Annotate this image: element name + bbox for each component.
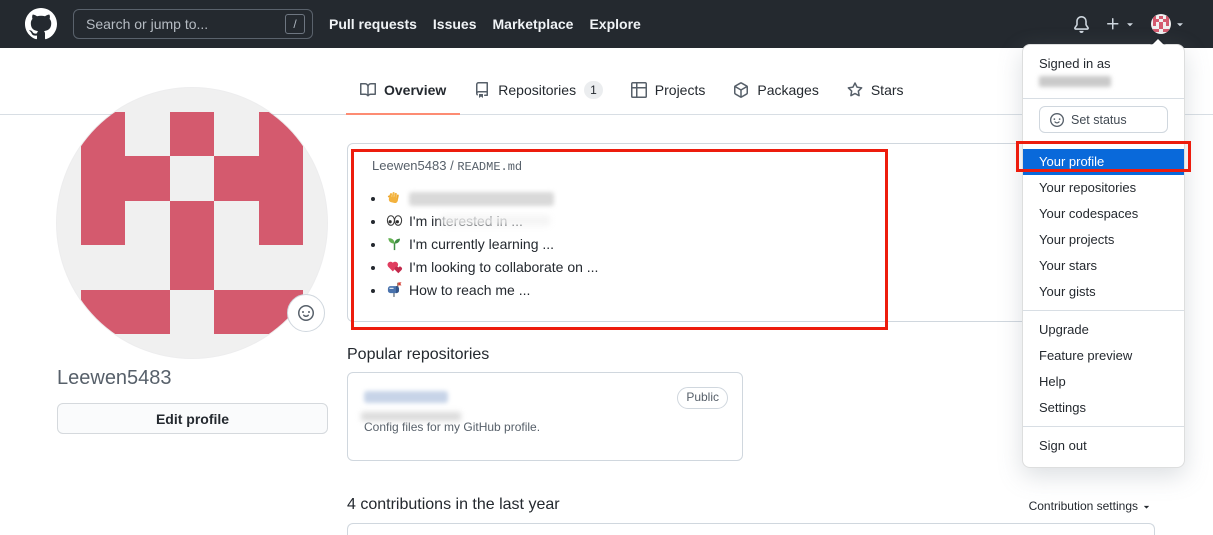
set-status-button[interactable]: Set status (1039, 106, 1168, 133)
nav-link-pull-requests[interactable]: Pull requests (329, 16, 417, 32)
tab-stars[interactable]: Stars (833, 67, 918, 115)
tab-label: Packages (757, 82, 819, 98)
readme-bullet: I'm looking to collaborate on ... (386, 256, 1130, 279)
menu-divider (1023, 98, 1184, 99)
profile-avatar-wrap (57, 88, 327, 358)
seedling-emoji-icon (386, 235, 403, 252)
readme-bullet: How to reach me ... (386, 279, 1130, 302)
readme-bullet-list: I'm interested in ... I'm currently lear… (386, 187, 1130, 302)
blurred-username (1039, 76, 1111, 87)
menu-item-help[interactable]: Help (1023, 369, 1184, 395)
blurred-text (409, 192, 554, 207)
menu-item-your-profile[interactable]: Your profile (1023, 149, 1184, 175)
repo-description: Config files for my GitHub profile. (361, 412, 726, 435)
triangle-down-icon (1143, 505, 1150, 508)
plus-icon (1107, 18, 1119, 30)
nav-link-issues[interactable]: Issues (433, 16, 477, 32)
menu-item-your-stars[interactable]: Your stars (1023, 253, 1184, 279)
readme-bullet (386, 187, 1130, 210)
search-box: / (73, 9, 313, 39)
repo-card: Public Config files for my GitHub profil… (347, 372, 743, 461)
search-input[interactable] (86, 16, 285, 32)
navbar-right (1073, 14, 1186, 34)
menu-item-your-repositories[interactable]: Your repositories (1023, 175, 1184, 201)
menu-item-your-projects[interactable]: Your projects (1023, 227, 1184, 253)
menu-divider (1023, 142, 1184, 143)
readme-bullet-text: I'm looking to collaborate on ... (409, 259, 599, 275)
contribution-settings-button[interactable]: Contribution settings (1029, 499, 1152, 513)
tab-repositories[interactable]: Repositories 1 (460, 67, 617, 115)
wave-emoji-icon (386, 189, 403, 206)
set-status-wrap: Set status (1023, 105, 1184, 137)
chevron-down-icon (1177, 23, 1183, 27)
tab-label: Overview (384, 82, 447, 98)
tab-label: Projects (654, 82, 706, 98)
menu-item-upgrade[interactable]: Upgrade (1023, 317, 1184, 343)
menu-item-your-codespaces[interactable]: Your codespaces (1023, 201, 1184, 227)
create-new-button[interactable] (1105, 16, 1136, 32)
edit-profile-button[interactable]: Edit profile (57, 403, 328, 434)
menu-item-your-gists[interactable]: Your gists (1023, 279, 1184, 305)
readme-file-link[interactable]: README.md (457, 160, 522, 174)
contributions-heading: 4 contributions in the last year (347, 496, 560, 513)
repo-icon (476, 82, 489, 98)
readme-bullet-text: I'm currently learning ... (409, 236, 555, 252)
user-dropdown-menu: Signed in as Set status Your profile You… (1022, 37, 1185, 468)
repo-name-link-blurred[interactable] (364, 391, 448, 403)
star-icon (847, 82, 863, 97)
readme-header: Leewen5483 / README.md (372, 158, 1130, 174)
book-icon (360, 82, 376, 97)
top-navbar: / Pull requests Issues Marketplace Explo… (0, 0, 1213, 48)
eyes-emoji-icon (386, 212, 403, 229)
readme-bullet: I'm currently learning ... (386, 233, 1130, 256)
readme-bullet: I'm interested in ... (386, 210, 1130, 233)
nav-link-explore[interactable]: Explore (589, 16, 640, 32)
notifications-button[interactable] (1073, 15, 1090, 33)
smiley-icon (1050, 112, 1064, 127)
project-icon (630, 82, 647, 98)
bell-icon (1074, 15, 1089, 33)
menu-item-feature-preview[interactable]: Feature preview (1023, 343, 1184, 369)
smiley-icon (298, 305, 314, 321)
repo-count-badge: 1 (584, 81, 603, 99)
mailbox-emoji-icon (386, 281, 403, 298)
package-icon (734, 82, 749, 98)
blur-patch (440, 215, 550, 226)
signed-in-as[interactable]: Signed in as (1023, 53, 1184, 93)
github-logo-icon[interactable] (25, 8, 57, 40)
blur-patch (361, 412, 461, 421)
readme-separator: / (446, 158, 458, 173)
readme-bullet-text: How to reach me ... (409, 282, 531, 298)
set-status-badge[interactable] (287, 294, 325, 332)
tab-label: Repositories (498, 82, 577, 98)
readme-user-link[interactable]: Leewen5483 (372, 158, 446, 173)
repo-visibility-badge: Public (677, 387, 728, 409)
menu-divider (1023, 310, 1184, 311)
menu-item-settings[interactable]: Settings (1023, 395, 1184, 421)
chevron-down-icon (1127, 23, 1133, 27)
tab-label: Stars (870, 82, 904, 98)
profile-username: Leewen5483 (57, 367, 172, 389)
tab-packages[interactable]: Packages (719, 67, 832, 115)
tab-projects[interactable]: Projects (617, 67, 720, 115)
contribution-graph-box (347, 523, 1155, 535)
nav-link-marketplace[interactable]: Marketplace (493, 16, 574, 32)
slash-shortcut-key: / (285, 14, 305, 34)
tab-overview[interactable]: Overview (346, 67, 461, 115)
menu-divider (1023, 426, 1184, 427)
hearts-emoji-icon (386, 258, 403, 275)
menu-item-sign-out[interactable]: Sign out (1023, 433, 1184, 459)
popular-repositories-heading: Popular repositories (347, 346, 490, 363)
navbar-links: Pull requests Issues Marketplace Explore (329, 16, 641, 32)
profile-avatar[interactable] (57, 88, 327, 358)
